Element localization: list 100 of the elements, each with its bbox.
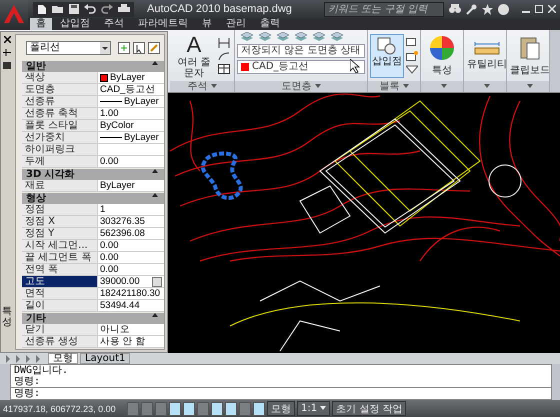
ribbon-tab[interactable]: 삽입점 xyxy=(54,18,96,30)
save-icon[interactable] xyxy=(69,4,79,14)
undo-icon[interactable] xyxy=(84,4,96,14)
utilities-button[interactable]: 유틸리티 xyxy=(466,39,506,72)
panel-footer[interactable]: 주석 xyxy=(170,81,234,92)
layer-tool-icon[interactable] xyxy=(241,32,253,42)
drafting-toggle[interactable] xyxy=(211,402,223,416)
annotation-scale-button[interactable]: 1:1 xyxy=(297,401,330,416)
close-icon[interactable] xyxy=(4,36,10,43)
layer-tool-icon[interactable] xyxy=(313,32,325,42)
drafting-toggle[interactable] xyxy=(141,402,153,416)
property-label: 플롯 스타일 xyxy=(22,120,97,131)
panel-expand-icon[interactable] xyxy=(526,84,532,88)
layer-tool-icon[interactable] xyxy=(295,32,307,42)
maximize-icon[interactable] xyxy=(535,5,543,13)
multiline-text-button[interactable]: A 여러 줄 문자 xyxy=(172,30,216,80)
properties-button[interactable]: 특성 xyxy=(423,33,461,78)
attribute-icon[interactable] xyxy=(406,64,418,74)
ribbon-tab[interactable]: 파라메트릭 xyxy=(132,18,194,30)
property-value[interactable]: ByLayer xyxy=(97,72,164,83)
ribbon-tab[interactable]: 뷰 xyxy=(196,18,218,30)
collapse-icon xyxy=(152,169,158,173)
property-label: 시작 세그먼... xyxy=(22,240,97,251)
panel-expand-icon[interactable] xyxy=(484,84,490,88)
clipboard-button[interactable]: 클립보드 xyxy=(509,33,549,78)
command-history-line: DWG입니다. xyxy=(14,365,70,376)
drafting-toggle[interactable] xyxy=(225,402,237,416)
dimension-icon[interactable] xyxy=(218,38,230,48)
property-value[interactable]: ByLayer xyxy=(97,96,164,107)
property-value[interactable]: 0.00 xyxy=(97,264,164,275)
section-header[interactable]: 형상 xyxy=(22,193,164,204)
leader-icon[interactable] xyxy=(218,50,230,60)
panel-footer[interactable]: 도면층 xyxy=(235,81,367,92)
star-icon[interactable] xyxy=(482,4,493,14)
layer-tool-icon[interactable] xyxy=(259,32,271,42)
property-value[interactable]: ByColor xyxy=(97,120,164,131)
drafting-toggle[interactable] xyxy=(169,402,181,416)
property-value[interactable]: 53494.44 xyxy=(97,300,164,311)
drafting-toggle[interactable] xyxy=(197,402,209,416)
folder-icon[interactable] xyxy=(52,4,64,14)
workspace-button[interactable]: 초기 설정 작업 xyxy=(332,401,406,416)
property-label: 끝 세그먼트 폭 xyxy=(22,252,97,263)
object-type-dropdown[interactable]: 폴리선 xyxy=(26,41,111,55)
property-value[interactable]: 0.00 xyxy=(97,240,164,251)
model-space-button[interactable]: 모형 xyxy=(267,401,295,416)
layout-tab[interactable]: Layout1 xyxy=(80,353,130,364)
block-create-icon[interactable] xyxy=(406,38,418,48)
property-value[interactable]: 182421180.30 xyxy=(97,288,164,299)
property-value[interactable]: CAD_등고선 xyxy=(97,84,164,95)
drafting-toggle[interactable] xyxy=(253,402,265,416)
property-value[interactable]: 1 xyxy=(97,204,164,215)
property-label: 색상 xyxy=(22,72,97,83)
section-header[interactable]: 기타 xyxy=(22,313,164,324)
property-value[interactable]: 0.00 xyxy=(97,252,164,263)
panel-footer[interactable]: 블록 xyxy=(368,81,420,92)
property-label: 닫기 xyxy=(22,324,97,335)
wrench-icon[interactable] xyxy=(466,4,477,14)
section-header[interactable]: 일반 xyxy=(22,61,164,72)
drafting-toggle[interactable] xyxy=(183,402,195,416)
collapse-icon xyxy=(152,193,158,197)
cursor-icon xyxy=(350,59,360,73)
drafting-toggle[interactable] xyxy=(155,402,167,416)
property-label: 정점 Y xyxy=(22,228,97,239)
property-value[interactable]: 303276.35 xyxy=(97,216,164,227)
property-value[interactable]: 39000.00 xyxy=(97,276,164,287)
property-value[interactable]: 아니오 xyxy=(97,324,164,335)
property-value[interactable]: 562396.08 xyxy=(97,228,164,239)
property-value[interactable]: ByLayer xyxy=(97,180,164,191)
quick-select-icon[interactable] xyxy=(148,42,160,54)
property-label: 고도 xyxy=(22,276,97,287)
property-value[interactable]: 사용 안 함 xyxy=(97,336,164,347)
layout-tab[interactable]: 모형 xyxy=(48,353,78,364)
select-objects-icon[interactable] xyxy=(133,42,145,54)
drafting-toggle[interactable] xyxy=(239,402,251,416)
layer-tool-icon[interactable] xyxy=(331,32,343,42)
auto-hide-icon[interactable] xyxy=(3,49,11,56)
new-file-icon[interactable] xyxy=(37,4,47,14)
panel-expand-icon[interactable] xyxy=(440,84,446,88)
layer-tool-icon[interactable] xyxy=(277,32,289,42)
layer-state-dropdown[interactable]: 저장되지 않은 도면층 상태 xyxy=(237,44,365,58)
ribbon-tab[interactable]: 주석 xyxy=(98,18,130,30)
property-value[interactable]: ByLayer xyxy=(97,132,164,143)
table-icon[interactable] xyxy=(218,64,230,74)
binoculars-icon[interactable] xyxy=(449,4,461,14)
caret-icon xyxy=(320,406,326,410)
ribbon-tab[interactable]: 홈 xyxy=(30,18,52,30)
ribbon-tab[interactable]: 관리 xyxy=(220,18,252,30)
property-value[interactable]: 1.00 xyxy=(97,108,164,119)
pickadd-icon[interactable] xyxy=(118,42,130,54)
layer-dropdown[interactable]: CAD_등고선 xyxy=(237,60,365,74)
redo-icon[interactable] xyxy=(101,4,113,14)
drafting-toggle[interactable] xyxy=(127,402,139,416)
ribbon-tab[interactable]: 출력 xyxy=(254,18,286,30)
property-value[interactable]: 0.00 xyxy=(97,156,164,167)
command-line[interactable]: 명령: xyxy=(11,387,551,399)
section-header[interactable]: 3D 시각화 xyxy=(22,169,164,180)
search-field[interactable]: 키워드 또는 구절 입력 xyxy=(324,2,444,16)
insert-button[interactable]: 삽입점 xyxy=(370,34,404,78)
block-edit-icon[interactable] xyxy=(406,50,418,60)
application-button[interactable] xyxy=(0,0,28,28)
